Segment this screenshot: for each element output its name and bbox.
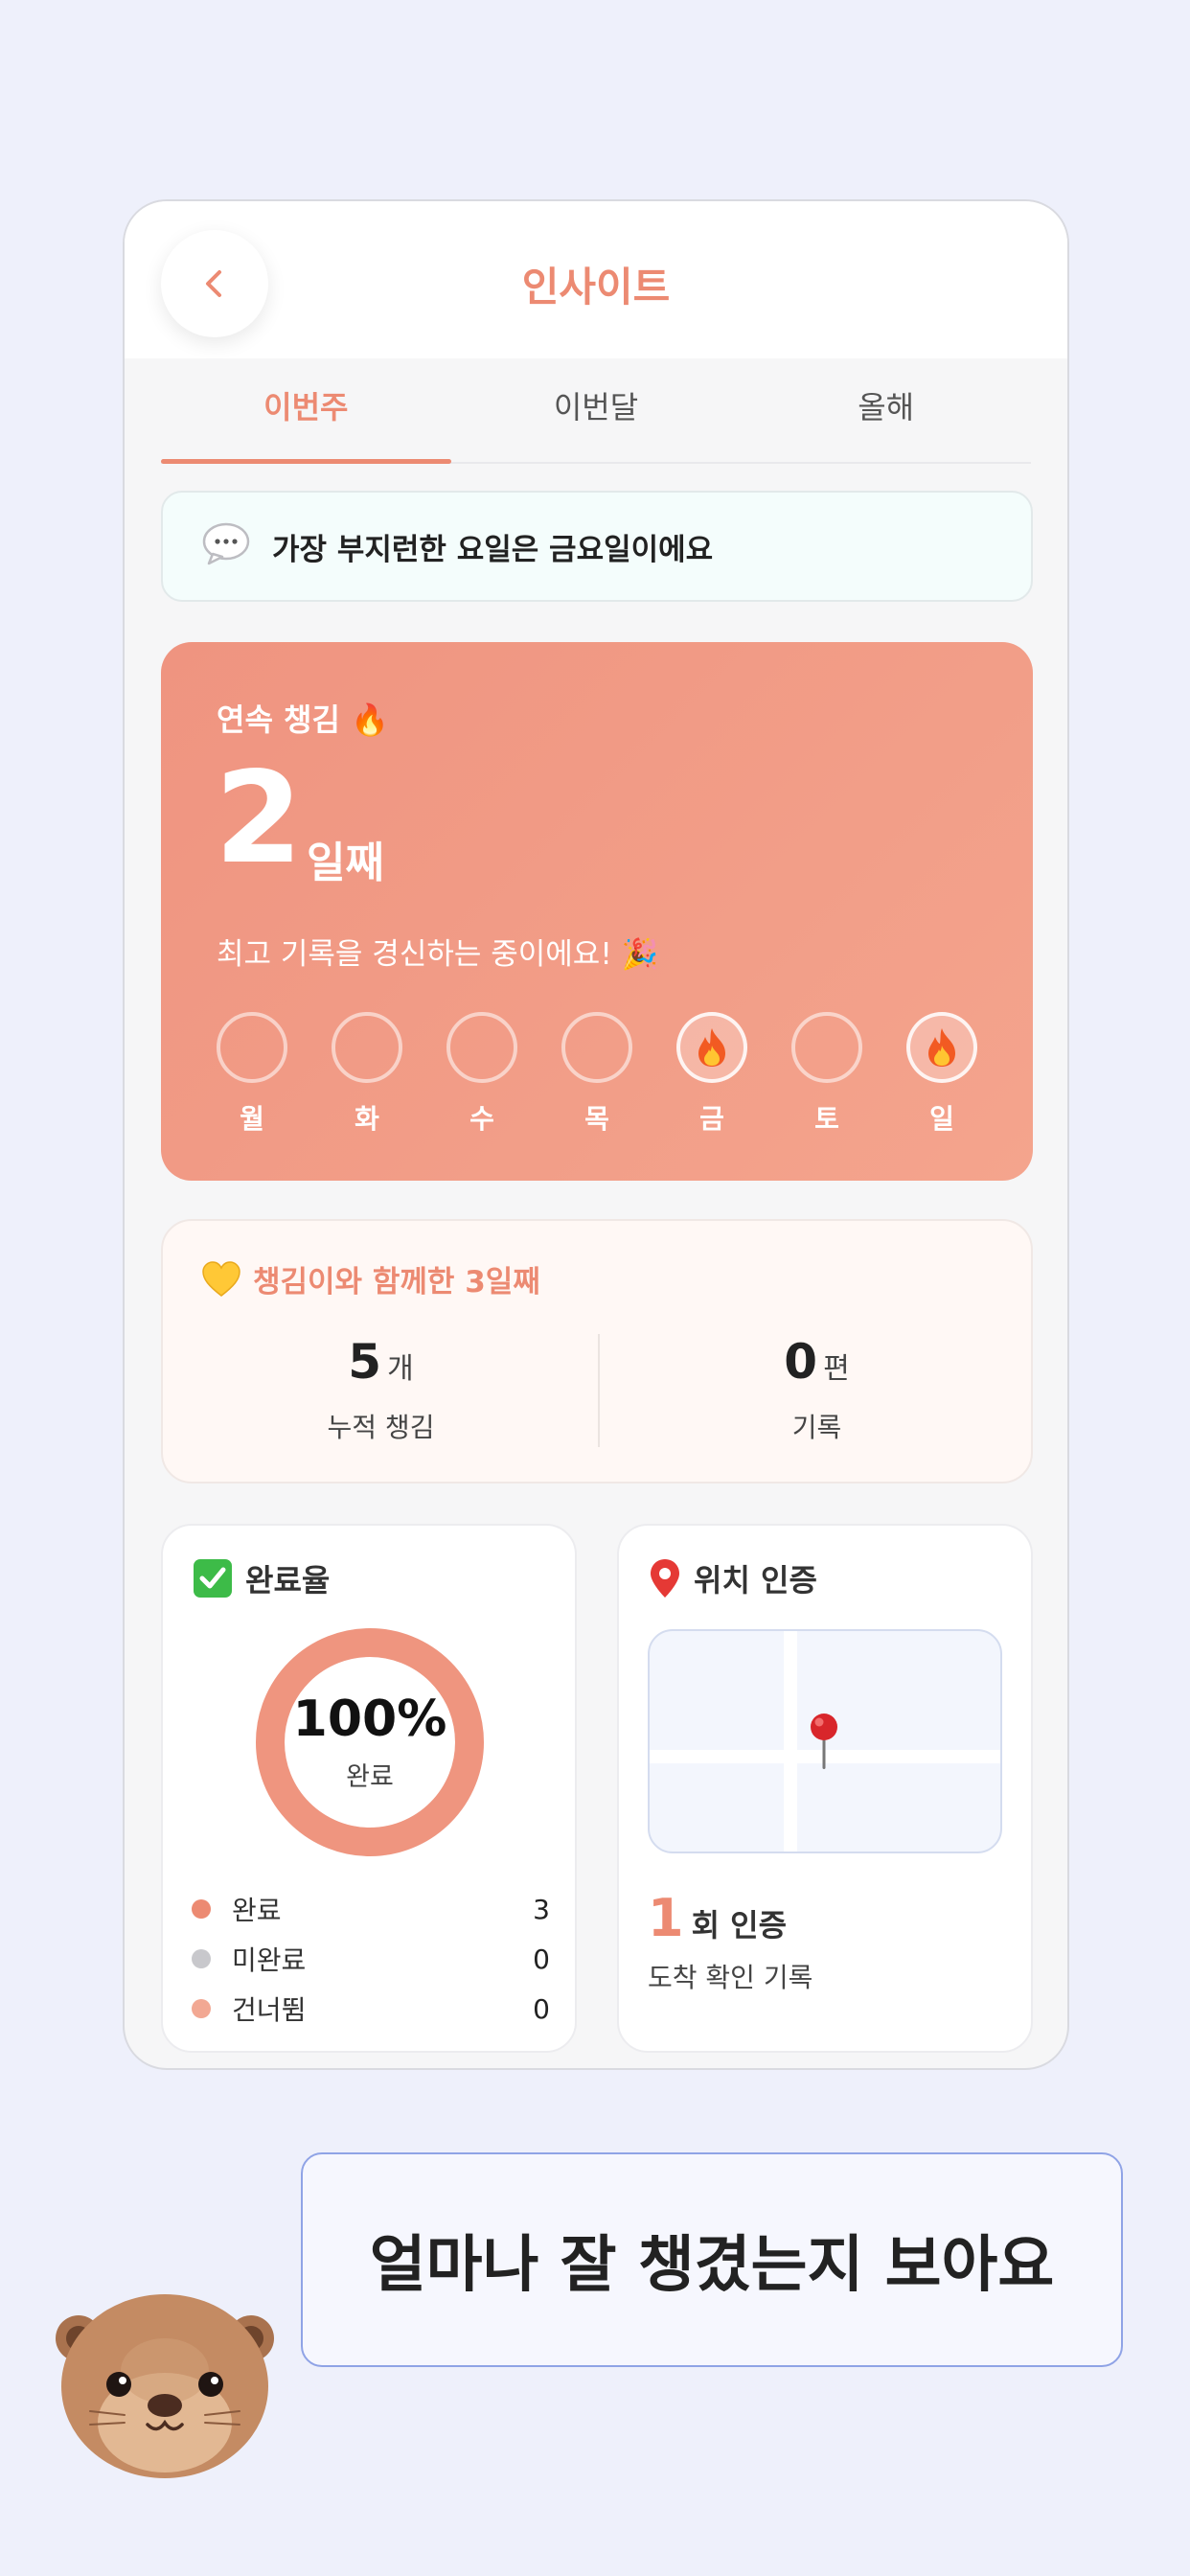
stat-caption: 기록 [791, 1412, 842, 1443]
day-circle [791, 1012, 862, 1083]
map-road [784, 1631, 797, 1852]
day-circle [561, 1012, 632, 1083]
stat-value: 5 [348, 1334, 382, 1390]
streak-subtitle: 최고 기록을 경신하는 중이에요! 🎉 [217, 937, 659, 972]
together-title: 챙김이와 함께한 3일째 [253, 1265, 540, 1300]
legend-row: 완료 3 [192, 1884, 550, 1934]
location-header: 위치 인증 [648, 1556, 817, 1600]
legend-dot [192, 1949, 211, 1968]
tab-this-month[interactable]: 이번달 [451, 362, 742, 462]
stat-records: 0편 기록 [599, 1334, 1035, 1445]
day-circle [332, 1012, 402, 1083]
location-card: 위치 인증 1 회 인증 도착 확인 기록 [617, 1524, 1033, 2053]
check-box-icon [194, 1559, 232, 1598]
streak-card: 연속 챙김 🔥 2 일째 최고 기록을 경신하는 중이에요! 🎉 월 화 수 목… [161, 642, 1033, 1181]
completion-card: 완료율 100% 완료 완료 3 미완료 0 건너뜀 0 [161, 1524, 577, 2053]
promo-speech-bubble: 얼마나 잘 챙겼는지 보아요 [301, 2152, 1123, 2367]
completion-legend: 완료 3 미완료 0 건너뜀 0 [192, 1884, 550, 2034]
day-circle-done [906, 1012, 977, 1083]
location-count: 1 회 인증 [648, 1888, 787, 1948]
day-item: 토 [791, 1012, 862, 1137]
day-item: 금 [676, 1012, 747, 1137]
week-days: 월 화 수 목 금 토 일 [217, 1012, 977, 1137]
day-label: 월 [240, 1103, 264, 1135]
together-header: 챙김이와 함께한 3일째 [201, 1257, 540, 1300]
insight-text: 가장 부지런한 요일은 금요일이에요 [272, 532, 714, 567]
yellow-heart-icon [202, 1260, 240, 1297]
top-bar: 인사이트 [125, 201, 1067, 358]
day-label: 일 [929, 1103, 954, 1135]
phone-frame: 인사이트 이번주 이번달 올해 가장 부지런한 요일은 금요일이에요 연속 챙김… [123, 199, 1069, 2070]
fire-icon [698, 1028, 725, 1067]
day-item: 일 [906, 1012, 977, 1137]
location-count-unit: 회 인증 [691, 1907, 788, 1944]
map-pin-icon [811, 1714, 837, 1769]
tab-this-week[interactable]: 이번주 [161, 362, 451, 464]
stat-unit: 편 [823, 1352, 850, 1386]
legend-value: 0 [533, 1943, 550, 1975]
day-item: 월 [217, 1012, 287, 1137]
day-item: 화 [332, 1012, 402, 1137]
day-label: 수 [469, 1103, 494, 1135]
day-item: 목 [561, 1012, 632, 1137]
together-card: 챙김이와 함께한 3일째 5개 누적 챙김 0편 기록 [161, 1219, 1033, 1484]
day-label: 화 [355, 1103, 379, 1135]
legend-label: 완료 [232, 1895, 282, 1926]
streak-number: 2 [215, 745, 303, 892]
streak-unit: 일째 [307, 839, 384, 887]
day-circle [446, 1012, 517, 1083]
legend-value: 0 [533, 1992, 550, 2025]
insight-banner: 가장 부지런한 요일은 금요일이에요 [161, 491, 1033, 602]
day-item: 수 [446, 1012, 517, 1137]
promo-text: 얼마나 잘 챙겼는지 보아요 [369, 2230, 1055, 2301]
location-caption: 도착 확인 기록 [648, 1962, 813, 1993]
legend-label: 건너뜀 [232, 1994, 307, 2026]
otter-mascot-icon [56, 2294, 274, 2478]
legend-label: 미완료 [232, 1944, 307, 1976]
legend-row: 건너뜀 0 [192, 1984, 550, 2034]
day-label: 목 [584, 1103, 609, 1135]
streak-label: 연속 챙김 🔥 [217, 702, 389, 738]
stat-unit: 개 [387, 1352, 414, 1386]
round-pushpin-icon [651, 1559, 679, 1598]
legend-value: 3 [533, 1893, 550, 1925]
map-preview[interactable] [648, 1629, 1002, 1853]
page-title: 인사이트 [521, 264, 671, 310]
completion-percent-label: 완료 [346, 1762, 394, 1792]
period-tabs: 이번주 이번달 올해 [161, 362, 1031, 464]
legend-dot [192, 1899, 211, 1919]
day-label: 토 [814, 1103, 839, 1135]
stat-total-care: 5개 누적 챙김 [163, 1334, 599, 1445]
day-circle [217, 1012, 287, 1083]
day-circle-done [676, 1012, 747, 1083]
speech-bubble-icon [201, 522, 251, 570]
completion-percent: 100% [292, 1690, 447, 1748]
legend-dot [192, 1999, 211, 2018]
completion-donut: 100% 완료 [255, 1627, 485, 1857]
completion-title: 완료율 [245, 1562, 331, 1598]
stat-value: 0 [784, 1334, 818, 1390]
fire-icon [928, 1028, 955, 1067]
legend-row: 미완료 0 [192, 1934, 550, 1984]
location-count-value: 1 [648, 1888, 684, 1948]
location-title: 위치 인증 [694, 1562, 817, 1598]
stat-caption: 누적 챙김 [327, 1412, 435, 1443]
day-label: 금 [699, 1103, 724, 1135]
completion-header: 완료율 [192, 1556, 330, 1600]
tab-this-year[interactable]: 올해 [741, 362, 1031, 462]
